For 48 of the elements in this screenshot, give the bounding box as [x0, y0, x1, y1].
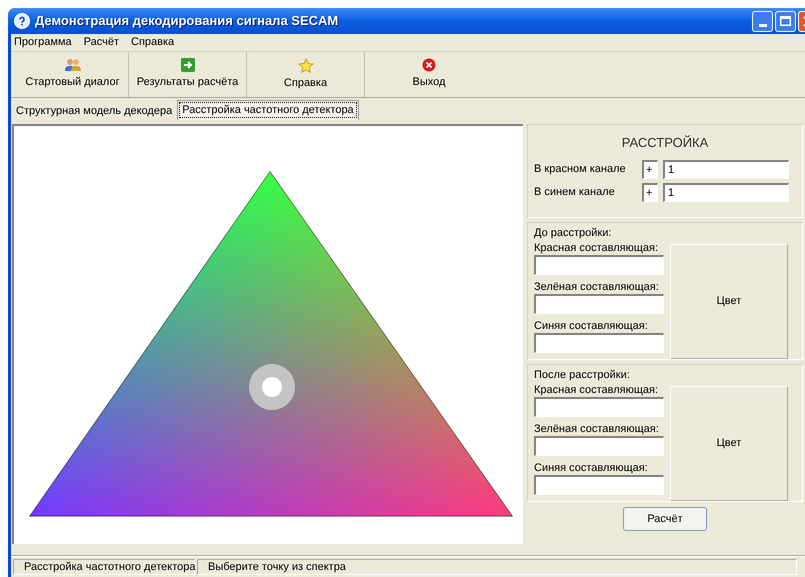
- group-title: До расстройки:: [534, 226, 612, 240]
- tab[interactable]: Расстройка частотного детектора: [177, 100, 359, 120]
- toolbar-button[interactable]: Справка: [247, 52, 365, 97]
- close-icon: [422, 58, 436, 72]
- input-field[interactable]: [534, 436, 664, 456]
- field-label: Красная составляющая:: [534, 383, 660, 397]
- menu-item[interactable]: Расчёт: [84, 34, 119, 51]
- field-label: Красная составляющая:: [534, 241, 660, 255]
- field-label: Синяя составляющая:: [534, 319, 649, 333]
- sign-field[interactable]: +: [642, 160, 658, 179]
- field-label: В красном канале: [534, 162, 627, 178]
- value-field[interactable]: 1: [663, 183, 789, 202]
- toolbar-button[interactable]: Результаты расчёта: [129, 52, 247, 97]
- people-icon: [64, 58, 82, 72]
- calculate-button[interactable]: Расчёт: [623, 507, 707, 531]
- toolbar-button[interactable]: Выход: [365, 52, 493, 97]
- color-button[interactable]: Цвет: [670, 386, 788, 501]
- input-field[interactable]: [534, 397, 664, 417]
- arrow-icon: [180, 58, 194, 72]
- toolbar-button[interactable]: Стартовый диалог: [17, 52, 129, 97]
- input-field[interactable]: [534, 333, 664, 353]
- maximize-button[interactable]: [775, 10, 796, 32]
- star-icon: [298, 58, 314, 73]
- color-triangle-drawing[interactable]: [29, 171, 513, 516]
- color-button[interactable]: Цвет: [670, 244, 788, 359]
- input-field[interactable]: [534, 294, 664, 314]
- status-text: Выберите точку из спектра: [197, 559, 797, 575]
- input-field[interactable]: [534, 475, 664, 495]
- tab[interactable]: Структурная модель декодера: [13, 102, 176, 120]
- field-label: Зелёная составляющая:: [534, 422, 660, 436]
- menu-item[interactable]: Программа: [14, 34, 72, 51]
- point-marker-icon[interactable]: [249, 364, 295, 410]
- field-label: Синяя составляющая:: [534, 461, 649, 475]
- color-triangle-panel[interactable]: [12, 124, 523, 544]
- maximize-icon: [780, 16, 791, 26]
- minimize-button[interactable]: [752, 10, 773, 32]
- help-icon[interactable]: [14, 13, 30, 29]
- minimize-icon: [758, 24, 766, 26]
- field-label: Зелёная составляющая:: [534, 280, 660, 294]
- input-field[interactable]: [534, 255, 664, 275]
- group-title: После расстройки:: [534, 368, 631, 382]
- status-text: Расстройка частотного детектора: [13, 559, 195, 575]
- sign-field[interactable]: +: [642, 183, 658, 202]
- menu-item[interactable]: Справка: [131, 34, 174, 51]
- window-title: Демонстрация декодирования сигнала SECAM: [35, 12, 338, 30]
- field-label: В синем канале: [534, 185, 616, 200]
- panel-title: РАССТРОЙКА: [620, 134, 710, 152]
- value-field[interactable]: 1: [663, 160, 789, 179]
